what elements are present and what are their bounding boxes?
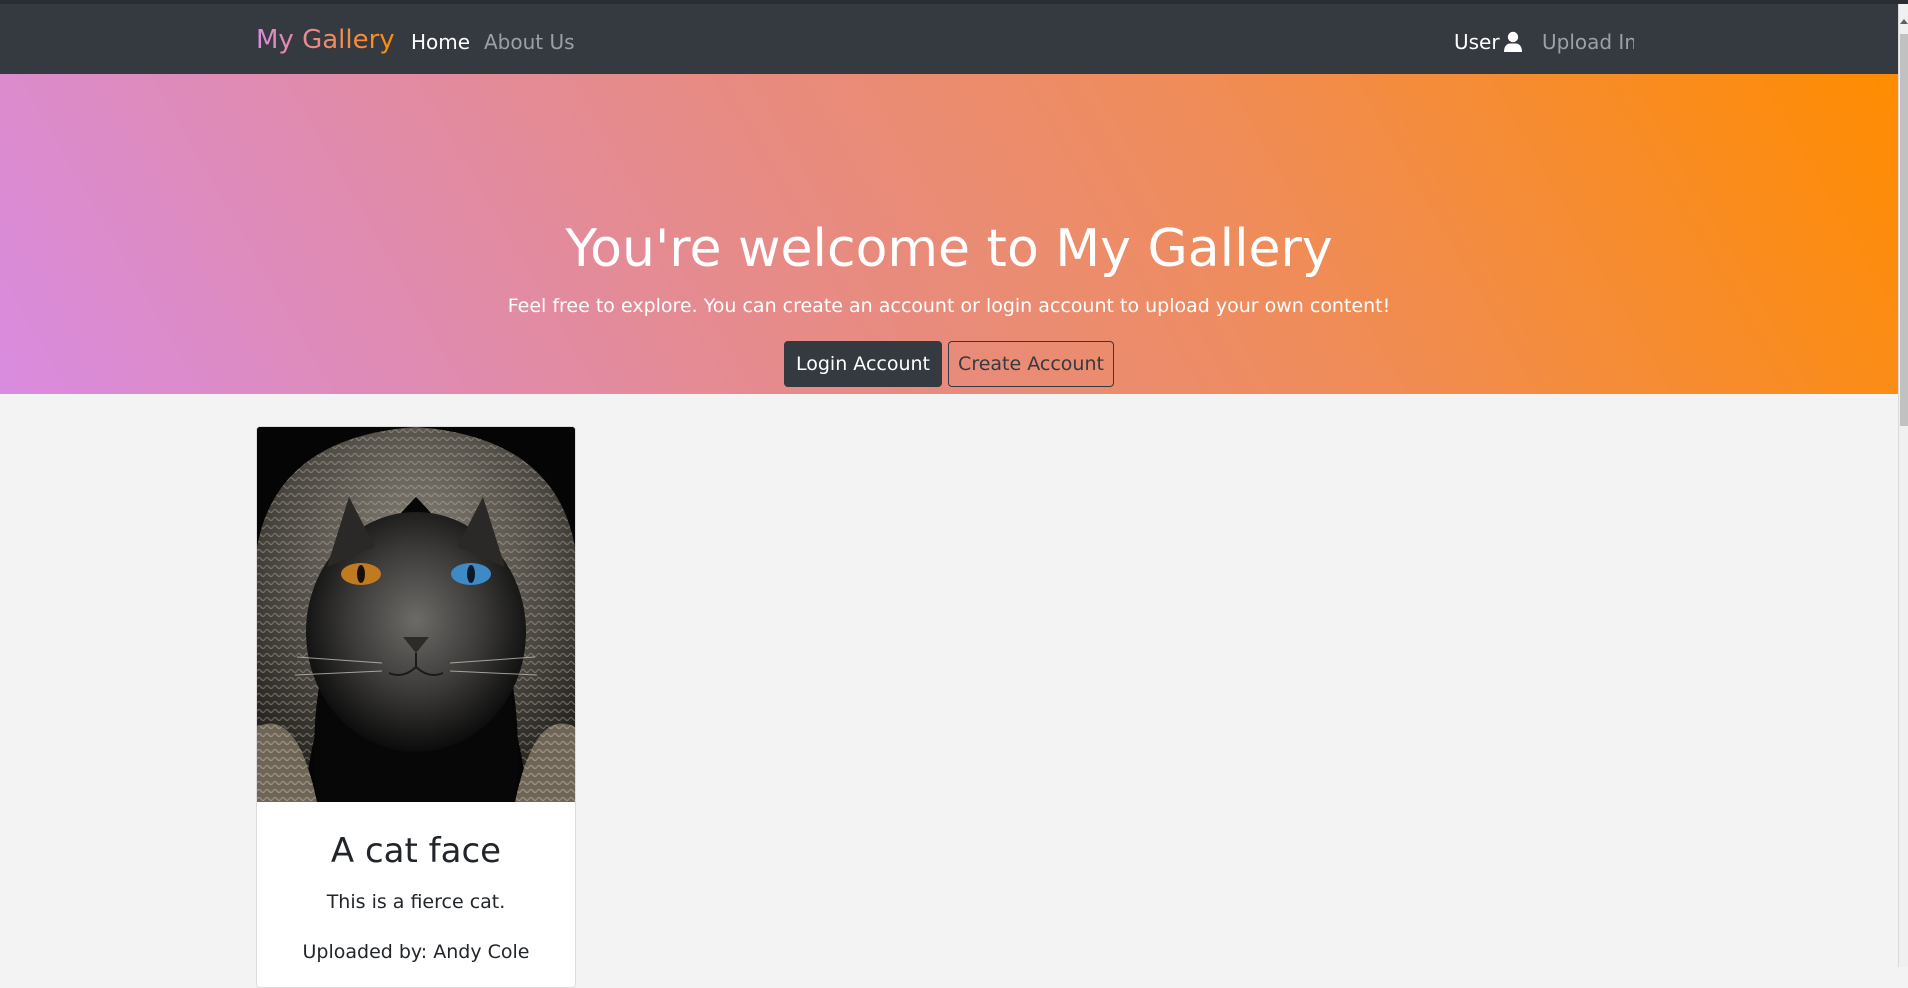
page-scrollbar[interactable] <box>1898 4 1908 967</box>
nav-home-link[interactable]: Home <box>411 30 470 54</box>
create-account-button[interactable]: Create Account <box>948 341 1114 387</box>
gallery-card[interactable]: A cat face This is a fierce cat. Uploade… <box>256 426 576 988</box>
scroll-up-arrow-icon[interactable] <box>1900 18 1908 26</box>
hero-title: You're welcome to My Gallery <box>565 219 1333 279</box>
card-uploader: Uploaded by: Andy Cole <box>302 941 530 963</box>
hero-banner: You're welcome to My Gallery Feel free t… <box>0 74 1898 394</box>
nav-upload-link[interactable]: Upload Im <box>1542 30 1634 54</box>
nav-user-link[interactable]: User <box>1454 30 1500 54</box>
user-icon[interactable] <box>1503 31 1523 53</box>
cat-image <box>257 427 575 802</box>
scrollbar-thumb[interactable] <box>1900 34 1908 426</box>
navbar: My Gallery Home About Us User Upload Im <box>0 4 1898 74</box>
card-image[interactable] <box>257 427 575 802</box>
nav-about-link[interactable]: About Us <box>484 30 575 54</box>
brand-logo[interactable]: My Gallery <box>256 24 395 56</box>
card-title: A cat face <box>330 831 502 871</box>
hero-subtitle: Feel free to explore. You can create an … <box>507 295 1391 317</box>
login-account-button[interactable]: Login Account <box>784 341 942 387</box>
card-description: This is a fierce cat. <box>326 891 506 913</box>
